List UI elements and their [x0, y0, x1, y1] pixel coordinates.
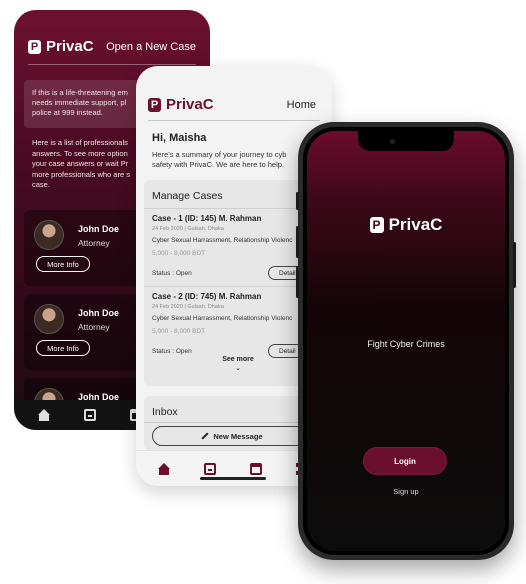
splash-screen: P PrivaC Fight Cyber Crimes Login Sign u… — [307, 131, 505, 551]
new-message-label: New Message — [213, 431, 263, 441]
volume-up-button — [296, 226, 299, 258]
phone-bezel: P PrivaC Fight Cyber Crimes Login Sign u… — [303, 127, 509, 555]
home-link[interactable]: Home — [287, 99, 316, 111]
stage: P PrivaC Open a New Case If this is a li… — [0, 0, 526, 584]
new-message-button[interactable]: New Message — [152, 426, 312, 446]
brand-name: PrivaC — [166, 96, 214, 113]
pencil-icon — [201, 432, 209, 440]
home-header: P PrivaC Home — [148, 96, 316, 113]
avatar — [34, 220, 64, 250]
see-more-label: See more — [222, 356, 254, 363]
logo-icon: P — [148, 97, 161, 112]
logo-icon: P — [28, 39, 41, 54]
silent-switch — [296, 192, 299, 210]
more-info-button[interactable]: More Info — [36, 256, 90, 272]
home-icon[interactable] — [158, 462, 170, 475]
case-status: Status : Open — [152, 270, 192, 277]
inbox-icon[interactable] — [84, 409, 96, 421]
header-divider — [148, 120, 320, 121]
professional-name: John Doe — [78, 308, 120, 318]
brand-name: PrivaC — [46, 38, 94, 55]
brand-logo: P PrivaC — [28, 38, 94, 55]
volume-down-button — [296, 266, 299, 298]
calendar-icon[interactable] — [250, 462, 262, 475]
login-button[interactable]: Login — [363, 447, 447, 475]
professional-role: Attorney — [78, 238, 110, 248]
signup-link[interactable]: Sign up — [307, 487, 505, 496]
manage-cases-title: Manage Cases — [152, 190, 223, 202]
camera-icon — [390, 139, 395, 144]
header-divider — [28, 64, 196, 65]
inbox-icon[interactable] — [204, 462, 216, 475]
case-status: Status : Open — [152, 348, 192, 355]
professionals-header: P PrivaC Open a New Case — [28, 38, 196, 55]
greeting: Hi, Maisha — [152, 132, 207, 144]
power-button — [513, 242, 516, 288]
brand-name: PrivaC — [388, 215, 443, 234]
notch — [358, 131, 454, 151]
home-icon[interactable] — [38, 409, 50, 421]
avatar — [34, 304, 64, 334]
phone-frame: P PrivaC Fight Cyber Crimes Login Sign u… — [296, 122, 516, 560]
open-new-case-link[interactable]: Open a New Case — [106, 41, 196, 53]
inbox-title: Inbox — [152, 406, 178, 418]
brand-logo: P PrivaC — [148, 96, 214, 113]
brand-logo: P PrivaC — [307, 215, 505, 235]
professional-name: John Doe — [78, 224, 120, 234]
logo-icon: P — [369, 217, 384, 233]
professional-role: Attorney — [78, 322, 110, 332]
tagline: Fight Cyber Crimes — [367, 339, 445, 349]
more-info-button[interactable]: More Info — [36, 340, 90, 356]
home-indicator — [200, 477, 266, 480]
